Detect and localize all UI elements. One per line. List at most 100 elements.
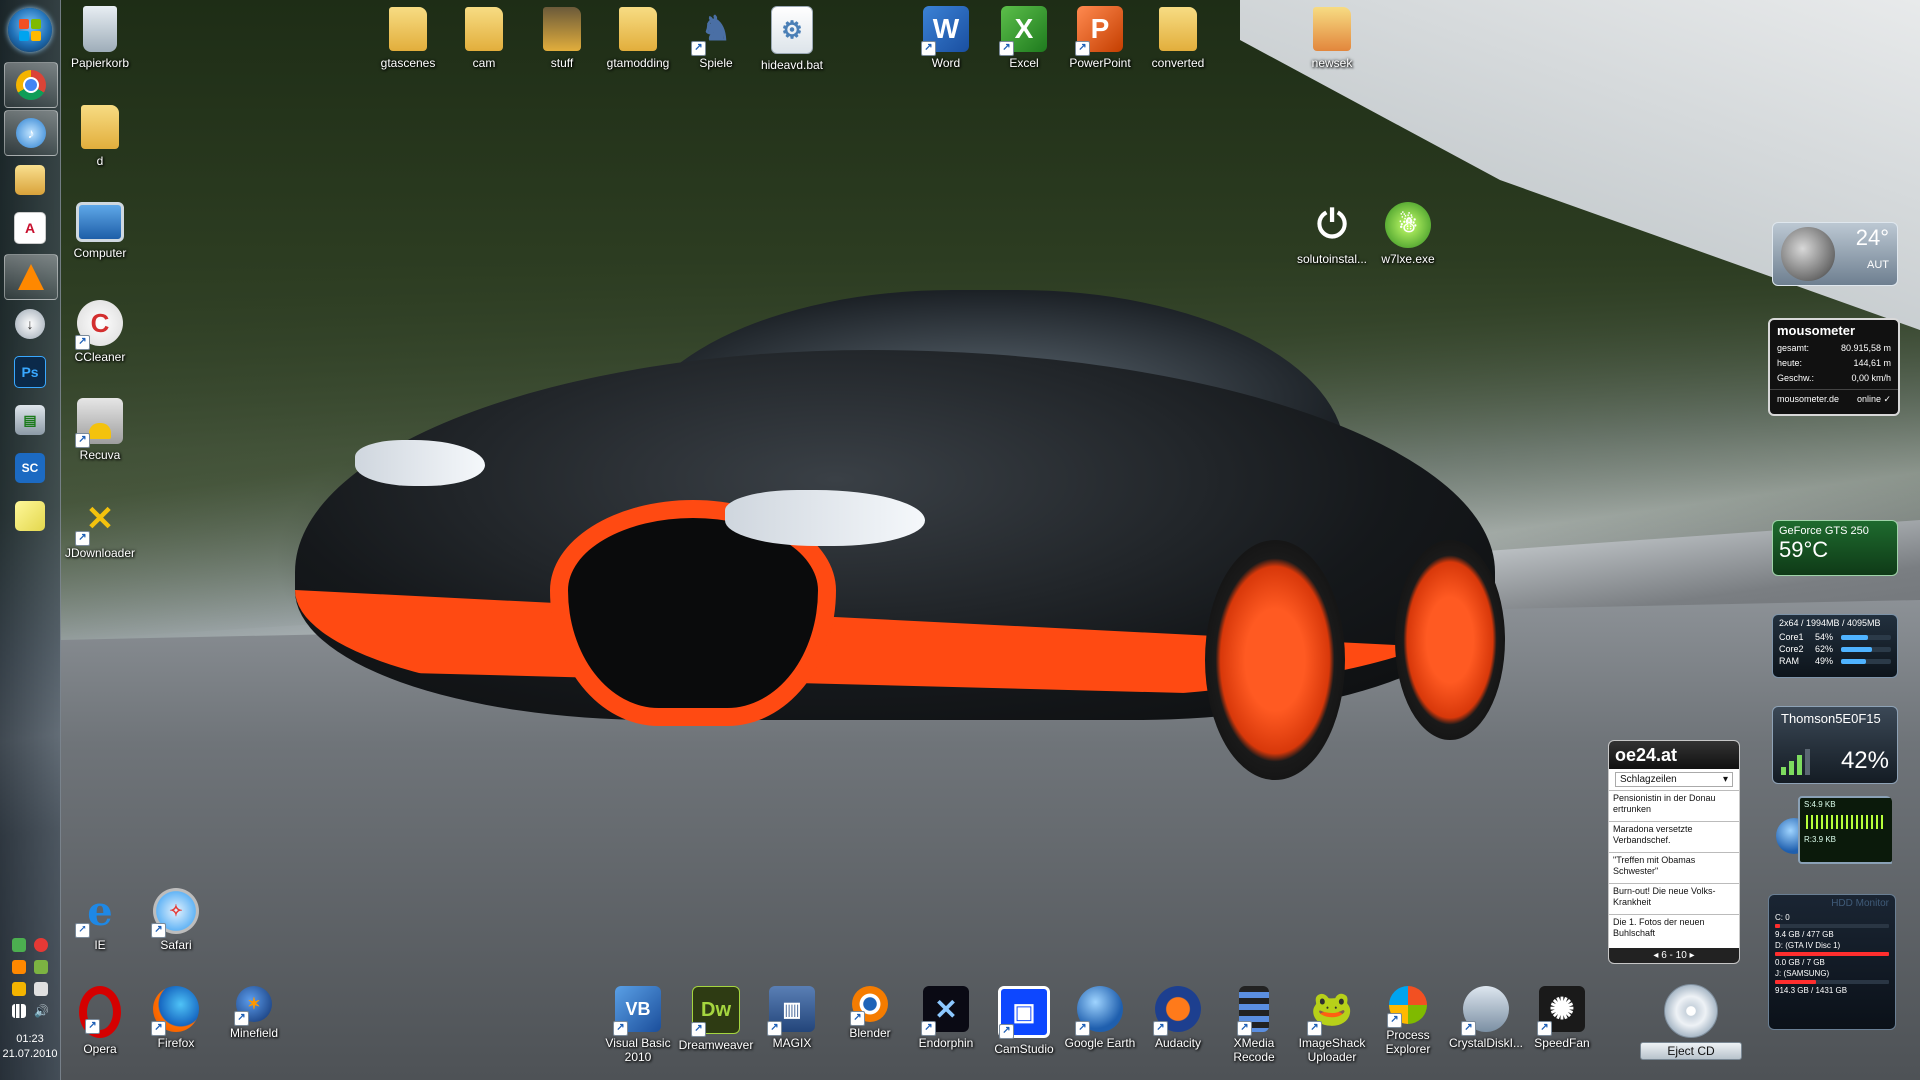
tray-flag-icon[interactable] [12, 982, 26, 996]
desktop-icon-gtascenes[interactable]: gtascenes [366, 6, 450, 70]
xmedia-icon: ↗ [1237, 986, 1269, 1036]
taskbar: ♪ A ↓ Ps ▤ SC 🔊 01:23 21.07.2010 [0, 0, 61, 1080]
taskbar-sticky-notes[interactable] [4, 494, 56, 538]
desktop-icon-ccleaner[interactable]: C ↗ CCleaner [58, 300, 142, 364]
desktop-icon-excel[interactable]: X ↗ Excel [982, 6, 1066, 70]
word-icon: W ↗ [921, 6, 969, 56]
desktop-icon-converted[interactable]: converted [1136, 6, 1220, 70]
excel-icon: X ↗ [999, 6, 1047, 56]
desktop-icon-ie[interactable]: e ↗ IE [58, 888, 142, 952]
magix-icon: ▥ ↗ [767, 986, 815, 1036]
desktop-icon-jdownloader[interactable]: ✕ ↗ JDownloader [58, 496, 142, 560]
start-button[interactable] [8, 8, 52, 52]
desktop-icon-dreamweaver[interactable]: Dw ↗ Dreamweaver [674, 986, 758, 1052]
desktop-icon-safari[interactable]: ✧ ↗ Safari [134, 888, 218, 952]
next-icon[interactable]: ▸ [1687, 950, 1695, 961]
desktop-icon-computer[interactable]: Computer [58, 202, 142, 260]
news-item[interactable]: Die 1. Fotos der neuen Buhlschaft [1609, 914, 1739, 945]
desktop-icon-imageshack[interactable]: 🐸 ↗ ImageShack Uploader [1290, 986, 1374, 1064]
tray-network-icon[interactable] [12, 938, 26, 952]
clock-time: 01:23 [16, 1033, 44, 1045]
tray-shield-icon[interactable] [34, 938, 48, 952]
taskbar-photoshop[interactable]: Ps [4, 350, 56, 394]
desktop-icon-word[interactable]: W ↗ Word [904, 6, 988, 70]
network-graph: S:4.9 KB R:3.9 KB [1798, 796, 1892, 864]
news-dropdown[interactable]: Schlagzeilen ▾ [1615, 772, 1733, 787]
folder-icon [1155, 6, 1201, 52]
visual-basic-icon: VB ↗ [613, 986, 661, 1036]
mousometer-gadget[interactable]: mousometer gesamt: 80.915,58 m heute: 144,… [1768, 318, 1900, 416]
wifi-bars-icon [1781, 749, 1810, 775]
desktop-icon-camstudio[interactable]: ▣ ↗ CamStudio [982, 986, 1066, 1056]
desktop-icon-xmedia[interactable]: ↗ XMedia Recode [1212, 986, 1296, 1064]
folder-icon [385, 6, 431, 52]
desktop-icon-w7lxe[interactable]: ☃ w7lxe.exe [1366, 202, 1450, 266]
desktop-icon-magix[interactable]: ▥ ↗ MAGIX [750, 986, 834, 1050]
news-gadget[interactable]: oe24.at Schlagzeilen ▾ Pensionistin in de… [1608, 740, 1740, 964]
desktop-icon-visual-basic[interactable]: VB ↗ Visual Basic 2010 [596, 986, 680, 1064]
car-wheel-front [1205, 540, 1345, 780]
taskbar-acrobat[interactable]: A [4, 206, 56, 250]
computer-icon [76, 202, 124, 242]
weather-gadget[interactable]: 24° AUT [1772, 222, 1898, 286]
tray-signal-icon[interactable] [12, 1004, 26, 1018]
taskbar-clock[interactable]: 01:23 21.07.2010 [0, 1032, 60, 1062]
taskbar-vlc[interactable] [4, 254, 58, 300]
explorer-icon [15, 165, 45, 195]
taskbar-download[interactable]: ↓ [4, 302, 56, 346]
hdd-monitor-gadget[interactable]: HDD Monitor C: 0 9.4 GB / 477 GB D: (GTA I… [1768, 894, 1896, 1030]
desktop-icon-crystaldisk[interactable]: ↗ CrystalDiskI... [1444, 986, 1528, 1050]
tray-power-icon[interactable] [34, 982, 48, 996]
wifi-gadget[interactable]: Thomson5E0F15 42% [1772, 706, 1898, 784]
desktop-icon-blender[interactable]: ↗ Blender [828, 986, 912, 1040]
itunes-icon: ♪ [16, 118, 46, 148]
news-item[interactable]: Burn-out! Die neue Volks-Krankheit [1609, 883, 1739, 914]
crystaldisk-icon: ↗ [1461, 986, 1509, 1036]
gpu-temp-gadget[interactable]: GeForce GTS 250 59°C [1772, 520, 1898, 576]
news-item[interactable]: "Treffen mit Obamas Schwester" [1609, 852, 1739, 883]
desktop-icon-cam[interactable]: cam [442, 6, 526, 70]
desktop-icon-minefield[interactable]: ✶ ↗ Minefield [212, 986, 296, 1040]
desktop-icon-d[interactable]: d [58, 104, 142, 168]
tray-update-icon[interactable] [34, 960, 48, 974]
tray-vlc-icon[interactable] [12, 960, 26, 974]
taskbar-snapshot[interactable]: SC [4, 446, 56, 490]
endorphin-icon: ✕ ↗ [921, 986, 969, 1036]
desktop-icon-solutoinstal[interactable]: ⏻ solutoinstal... [1290, 202, 1374, 267]
taskbar-chrome[interactable] [4, 62, 58, 108]
desktop-icon-powerpoint[interactable]: P ↗ PowerPoint [1058, 6, 1142, 70]
desktop-icon-recuva[interactable]: ↗ Recuva [58, 398, 142, 462]
network-wave [1806, 815, 1886, 829]
desktop-icon-newsek[interactable]: newsek [1290, 6, 1374, 70]
desktop-icon-gtamodding[interactable]: gtamodding [596, 6, 680, 70]
cpu-row-label: Core2 [1779, 644, 1804, 654]
cpu-row: Core2 62% [1779, 643, 1891, 655]
news-pager[interactable]: ◂ 6 - 10 ▸ [1609, 948, 1739, 963]
desktop-icon-speedfan[interactable]: ✺ ↗ SpeedFan [1520, 986, 1604, 1050]
desktop-icon-firefox[interactable]: ↗ Firefox [134, 986, 218, 1050]
weather-location: AUT [1867, 259, 1889, 271]
desktop-icon-papierkorb[interactable]: Papierkorb [58, 6, 142, 70]
taskbar-explorer[interactable] [4, 158, 56, 202]
taskbar-task-manager[interactable]: ▤ [4, 398, 56, 442]
news-item[interactable]: Maradona versetzte Verbandschef. [1609, 821, 1739, 852]
eject-label[interactable]: Eject CD [1640, 1042, 1742, 1060]
batch-file-icon: ⚙ [771, 6, 813, 54]
tray-volume-icon[interactable]: 🔊 [34, 1004, 49, 1018]
jdownloader-icon: ✕ ↗ [75, 496, 123, 546]
eject-cd-gadget[interactable]: Eject CD [1640, 984, 1742, 1060]
network-meter-gadget[interactable]: S:4.9 KB R:3.9 KB [1776, 796, 1892, 872]
desktop-icon-process-explorer[interactable]: ↗ Process Explorer [1366, 986, 1450, 1056]
desktop-icon-stuff[interactable]: stuff [520, 6, 604, 70]
cpu-meter-gadget[interactable]: 2x64 / 1994MB / 4095MB Core1 54% Core2 62% R… [1772, 614, 1898, 678]
desktop-icon-opera[interactable]: ↗ Opera [58, 986, 142, 1056]
news-item[interactable]: Pensionistin in der Donau ertrunken [1609, 790, 1739, 821]
desktop-icon-hideavd[interactable]: ⚙ hideavd.bat [750, 6, 834, 72]
desktop-icon-endorphin[interactable]: ✕ ↗ Endorphin [904, 986, 988, 1050]
taskbar-itunes[interactable]: ♪ [4, 110, 58, 156]
desktop-icon-spiele[interactable]: ♞ ↗ Spiele [674, 6, 758, 70]
desktop-icon-audacity[interactable]: ↗ Audacity [1136, 986, 1220, 1050]
cpu-rows: Core1 54% Core2 62% RAM 49% [1773, 631, 1897, 667]
desktop-icon-google-earth[interactable]: ↗ Google Earth [1058, 986, 1142, 1050]
dreamweaver-icon: Dw ↗ [691, 986, 740, 1037]
